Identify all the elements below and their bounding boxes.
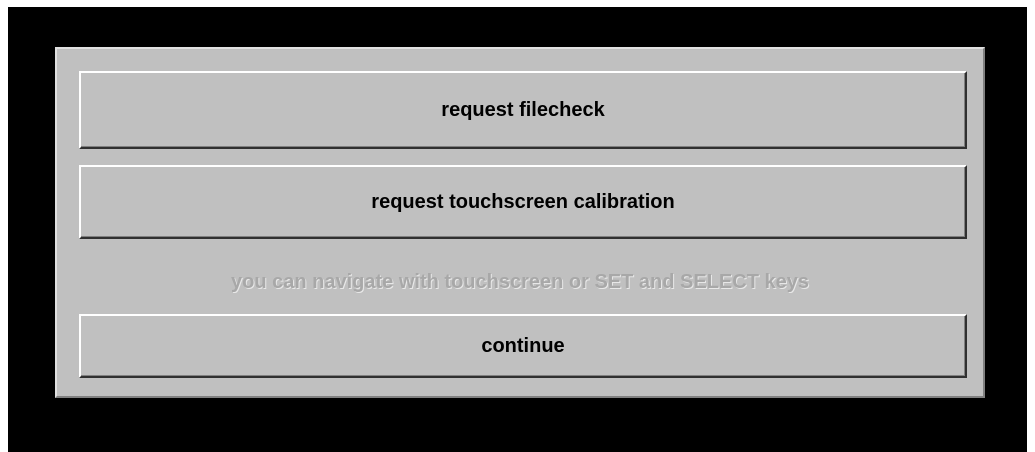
request-calibration-label: request touchscreen calibration: [371, 190, 675, 213]
navigation-hint: you can navigate with touchscreen or SET…: [231, 271, 809, 293]
request-calibration-button[interactable]: request touchscreen calibration: [79, 165, 967, 239]
request-filecheck-button[interactable]: request filecheck: [79, 71, 967, 149]
menu-panel: request filecheck request touchscreen ca…: [55, 47, 985, 398]
continue-label: continue: [481, 334, 565, 357]
continue-button[interactable]: continue: [79, 314, 967, 378]
request-filecheck-label: request filecheck: [441, 98, 605, 121]
screen-background: request filecheck request touchscreen ca…: [8, 7, 1027, 452]
